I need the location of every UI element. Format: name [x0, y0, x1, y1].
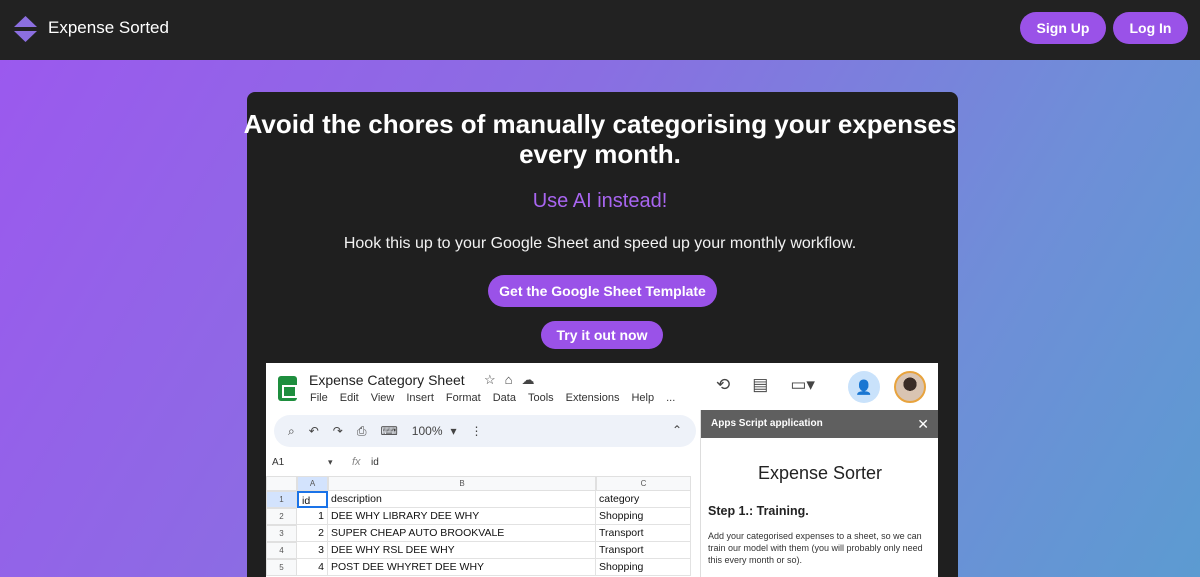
- sheet-title: Expense Category Sheet: [309, 372, 465, 388]
- sheet-menubar: File Edit View Insert Format Data Tools …: [310, 392, 675, 404]
- cell-c2: Shopping: [596, 508, 691, 525]
- more-vert-icon: ⋮: [470, 424, 483, 438]
- cell-c1: category: [596, 491, 691, 508]
- row-header: 3: [266, 525, 297, 542]
- get-template-button[interactable]: Get the Google Sheet Template: [488, 275, 717, 307]
- corner-header: [266, 476, 297, 491]
- menu-tools: Tools: [527, 392, 554, 404]
- column-header-b: B: [328, 476, 596, 491]
- menu-more: ...: [666, 392, 676, 404]
- star-icon: ☆: [484, 372, 505, 387]
- headline-line-1: Avoid the chores of manually categorisin…: [243, 109, 957, 139]
- folder-icon: ⌂: [504, 372, 522, 387]
- paint-format-icon: ⌨: [380, 424, 398, 438]
- menu-view: View: [370, 392, 395, 404]
- sheet-preview: Expense Category Sheet ☆⌂☁ File Edit Vie…: [266, 363, 938, 577]
- menu-help: Help: [631, 392, 655, 404]
- hero-headline: Avoid the chores of manually categorisin…: [0, 109, 1200, 169]
- menu-format: Format: [445, 392, 481, 404]
- cell-b3: SUPER CHEAP AUTO BROOKVALE: [328, 525, 596, 542]
- comment-icon: ▤: [752, 375, 769, 394]
- zoom-value: 100%: [411, 424, 443, 438]
- row-header: 5: [266, 559, 297, 576]
- cell-b4: DEE WHY RSL DEE WHY: [328, 542, 596, 559]
- log-in-button[interactable]: Log In: [1113, 12, 1188, 44]
- sheet-header-icons: ⟲ ▤ ▭▾: [716, 375, 815, 395]
- google-sheets-icon: [278, 376, 297, 401]
- search-icon: ⌕: [288, 423, 295, 438]
- menu-insert: Insert: [406, 392, 434, 404]
- logo-icon[interactable]: [14, 16, 37, 42]
- hero-description: Hook this up to your Google Sheet and sp…: [343, 235, 857, 252]
- panel-step-text: Add your categorised expenses to a sheet…: [708, 531, 923, 565]
- menu-edit: Edit: [339, 392, 359, 404]
- video-icon: ▭▾: [790, 375, 815, 394]
- cell-a2: 1: [297, 508, 328, 525]
- cell-a1: id: [297, 491, 328, 508]
- title-icons: ☆⌂☁: [484, 372, 544, 388]
- fx-icon: fx: [352, 456, 361, 468]
- panel-step-heading: Step 1.: Training.: [708, 504, 809, 518]
- menu-file: File: [310, 392, 328, 404]
- column-header-c: C: [596, 476, 691, 491]
- formula-value: id: [371, 457, 379, 468]
- menu-data: Data: [492, 392, 516, 404]
- cell-b2: DEE WHY LIBRARY DEE WHY: [328, 508, 596, 525]
- apps-script-panel: Apps Script application ✕ Expense Sorter…: [700, 410, 938, 577]
- zoom-select: 100% ▾: [412, 424, 457, 438]
- menu-extensions: Extensions: [565, 392, 620, 404]
- cell-c3: Transport: [596, 525, 691, 542]
- row-header: 2: [266, 508, 297, 525]
- cell-b1: description: [328, 491, 596, 508]
- sign-up-button[interactable]: Sign Up: [1020, 12, 1106, 44]
- hero-subheadline: Use AI instead!: [532, 190, 668, 212]
- undo-icon: ↶: [308, 424, 319, 438]
- panel-title: Expense Sorter: [757, 463, 883, 483]
- cell-c5: Shopping: [596, 559, 691, 576]
- chevron-down-icon: ▾: [450, 424, 457, 438]
- brand-name[interactable]: Expense Sorted: [48, 18, 169, 38]
- cell-b5: POST DEE WHYRET DEE WHY: [328, 559, 596, 576]
- try-it-now-button[interactable]: Try it out now: [541, 321, 663, 349]
- history-icon: ⟲: [716, 375, 731, 394]
- cell-a3: 2: [297, 525, 328, 542]
- print-icon: ⎙: [356, 423, 367, 438]
- top-navbar: Expense Sorted Sign Up Log In: [0, 0, 1200, 60]
- close-icon: ✕: [917, 416, 929, 432]
- column-header-a: A: [297, 476, 328, 491]
- cell-ref-dropdown-icon: ▾: [328, 457, 333, 467]
- sheet-toolbar: ⌕ ↶ ↷ ⎙ ⌨ 100% ▾ ⋮ ⌃: [274, 415, 696, 447]
- headline-line-2: every month.: [519, 139, 681, 169]
- chevron-up-icon: ⌃: [671, 423, 682, 437]
- row-header: 1: [266, 491, 297, 508]
- avatar: [894, 371, 926, 403]
- panel-header: Apps Script application ✕: [701, 410, 938, 438]
- share-person-icon: 👤: [848, 371, 880, 403]
- cell-reference: A1: [272, 457, 285, 468]
- cell-a5: 4: [297, 559, 328, 576]
- redo-icon: ↷: [332, 424, 343, 438]
- panel-header-label: Apps Script application: [711, 418, 823, 429]
- cell-c4: Transport: [596, 542, 691, 559]
- row-header: 4: [266, 542, 297, 559]
- cell-a4: 3: [297, 542, 328, 559]
- cloud-icon: ☁: [521, 372, 544, 387]
